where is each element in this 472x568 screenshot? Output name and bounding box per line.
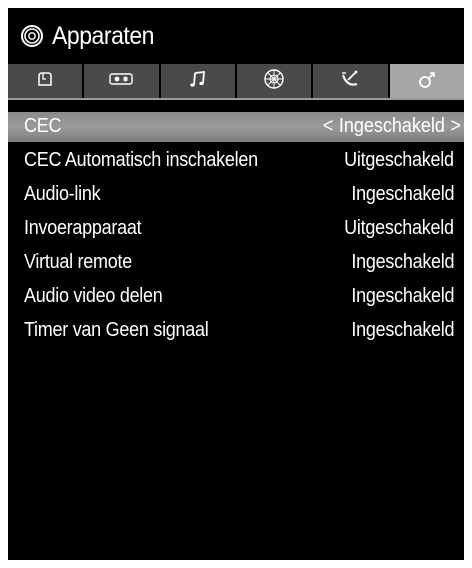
setting-label: Audio-link: [24, 183, 101, 205]
setting-label: Virtual remote: [24, 251, 132, 273]
gear-ring-icon: [20, 24, 44, 48]
category-tab-bar: [8, 64, 464, 98]
menu-header: Apparaten: [8, 8, 464, 64]
setting-row-input-device[interactable]: Invoerapparaat Uitgeschakeld: [8, 214, 464, 244]
setting-value: Uitgeschakeld: [344, 149, 454, 171]
setting-label: Invoerapparaat: [24, 217, 142, 239]
setting-row-virtual-remote[interactable]: Virtual remote Ingeschakeld: [8, 248, 464, 278]
arrow-right-icon[interactable]: >: [445, 115, 464, 138]
tab-music[interactable]: [160, 64, 237, 98]
sound-icon: [108, 71, 134, 92]
tv-menu-screen: Apparaten CEC < Ingeschakeld > CEC Autom…: [8, 8, 464, 560]
setting-value: Ingeschakeld: [351, 319, 454, 341]
setting-value: Ingeschakeld: [351, 285, 454, 307]
tab-divider: [8, 98, 464, 100]
setting-row-audio-video-sharing[interactable]: Audio video delen Ingeschakeld: [8, 282, 464, 312]
setting-row-cec-auto-power[interactable]: CEC Automatisch inschakelen Uitgeschakel…: [8, 146, 464, 176]
setting-label: Audio video delen: [24, 285, 163, 307]
setting-label: Timer van Geen signaal: [24, 319, 209, 341]
tab-sound[interactable]: [84, 64, 161, 98]
tab-devices[interactable]: [389, 64, 464, 98]
setting-value: Ingeschakeld: [351, 251, 454, 273]
network-icon: [263, 68, 285, 95]
setting-value-selector[interactable]: < Ingeschakeld >: [317, 115, 464, 138]
tab-network[interactable]: [236, 64, 314, 98]
setting-row-audio-link[interactable]: Audio-link Ingeschakeld: [8, 180, 464, 210]
settings-list: CEC < Ingeschakeld > CEC Automatisch ins…: [8, 112, 464, 350]
music-note-icon: [188, 69, 208, 94]
setting-row-no-signal-timer[interactable]: Timer van Geen signaal Ingeschakeld: [8, 316, 464, 346]
arrow-left-icon[interactable]: <: [317, 115, 338, 138]
devices-icon: [416, 68, 438, 95]
setting-value: Ingeschakeld: [338, 115, 445, 137]
picture-icon: [34, 70, 56, 93]
tab-picture[interactable]: [8, 64, 85, 98]
page-title: Apparaten: [52, 21, 155, 50]
setting-label: CEC: [24, 115, 62, 137]
tab-satellite[interactable]: [313, 64, 390, 98]
setting-value: Uitgeschakeld: [344, 217, 454, 239]
setting-value: Ingeschakeld: [351, 183, 454, 205]
setting-label: CEC Automatisch inschakelen: [24, 149, 258, 171]
setting-row-cec[interactable]: CEC < Ingeschakeld >: [8, 112, 464, 142]
satellite-icon: [339, 69, 361, 94]
